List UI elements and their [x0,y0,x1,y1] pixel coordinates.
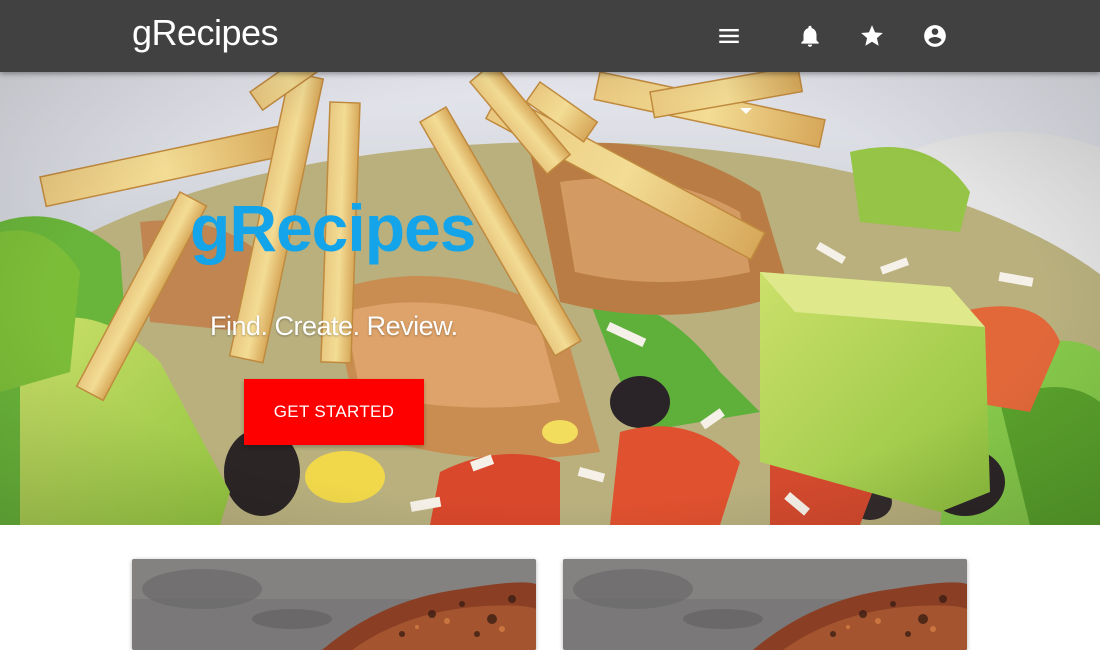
hero-title: gRecipes [190,191,476,265]
recipe-card-image [132,559,536,650]
dropdown-caret-icon [740,108,752,114]
hero-banner: gRecipes Find. Create. Review. GET START… [0,72,1100,525]
star-icon[interactable] [853,17,891,55]
menu-icon[interactable] [710,17,748,55]
account-circle-icon[interactable] [916,17,954,55]
bell-icon[interactable] [791,17,829,55]
top-app-bar: gRecipes [0,0,1100,72]
salad-hero-image [0,72,1100,525]
recipe-card[interactable] [563,559,967,650]
brand-logo[interactable]: gRecipes [132,12,279,54]
get-started-button[interactable]: GET STARTED [244,379,424,445]
recipe-card-image [563,559,967,650]
hero-tagline: Find. Create. Review. [210,311,458,341]
recipe-card[interactable] [132,559,536,650]
